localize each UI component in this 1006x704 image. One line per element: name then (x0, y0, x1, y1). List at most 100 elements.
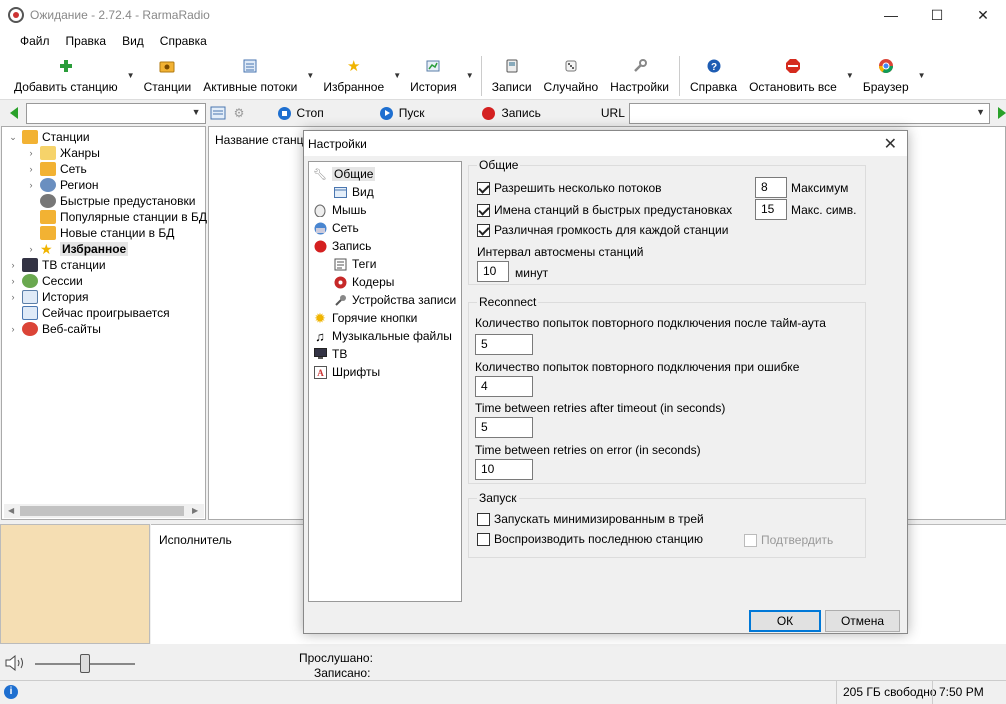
play-circle-icon (379, 106, 393, 120)
add-station-button[interactable]: Добавить станцию (8, 52, 124, 98)
back-arrow-icon[interactable] (10, 107, 18, 119)
confirm-checkbox[interactable]: Подтвердить (744, 533, 833, 547)
menu-help[interactable]: Справка (152, 34, 215, 48)
scroll-thumb[interactable] (20, 506, 184, 516)
settings-nav-tree: 🔧︎ Общие Вид Мышь Сеть Запись Теги Кодеры… (308, 161, 462, 602)
max-streams-field[interactable]: 8 (755, 177, 787, 198)
recordings-button[interactable]: Записи (486, 52, 538, 98)
stations-button[interactable]: Станции (138, 52, 198, 98)
allow-multiple-streams-checkbox[interactable]: Разрешить несколько потоков (477, 181, 662, 195)
tv-icon (313, 347, 327, 361)
tree-item-tv[interactable]: › ТВ станции (8, 257, 106, 273)
url-input[interactable]: ▼ (628, 102, 990, 124)
cancel-button[interactable]: Отмена (825, 610, 900, 632)
title-bar: Ожидание - 2.72.4 - RarmaRadio — ☐ ✕ (0, 0, 1006, 30)
nav-tags[interactable]: Теги (333, 256, 376, 272)
interval-field[interactable]: 10 (477, 261, 509, 282)
browser-dropdown[interactable]: ▼ (915, 52, 929, 98)
maximize-button[interactable]: ☐ (914, 0, 960, 30)
forward-arrow-icon[interactable] (998, 107, 1006, 119)
minimize-button[interactable]: — (868, 0, 914, 30)
nav-tv[interactable]: ТВ (313, 346, 347, 362)
folder-radio-icon (22, 130, 38, 144)
speaker-icon[interactable] (5, 655, 27, 671)
ok-button[interactable]: ОК (749, 610, 821, 632)
tree-item-now-playing[interactable]: Сейчас проигрывается (8, 305, 170, 321)
nav-fonts[interactable]: A Шрифты (313, 364, 380, 380)
favorites-dropdown[interactable]: ▼ (390, 52, 404, 98)
record-icon (482, 106, 496, 120)
browser-button[interactable]: Браузер (857, 52, 915, 98)
menu-file[interactable]: Файл (12, 34, 58, 48)
tree-item-stations[interactable]: ⌄ Станции (8, 129, 90, 145)
nav-hotkeys[interactable]: ✹ Горячие кнопки (313, 310, 417, 326)
volume-slider-thumb[interactable] (80, 654, 90, 673)
stop-button[interactable]: Стоп (277, 106, 324, 120)
help-button[interactable]: ? Справка (684, 52, 743, 98)
tree-item-region[interactable]: › Регион (26, 177, 99, 193)
station-combo[interactable]: ▼ (26, 102, 206, 124)
settings-button[interactable]: Настройки (604, 52, 675, 98)
toolbar: Добавить станцию ▼ Станции Активные пото… (0, 52, 1006, 100)
tree-item-new[interactable]: Новые станции в БД (26, 225, 174, 241)
tree-item-network[interactable]: › Сеть (26, 161, 87, 177)
active-streams-dropdown[interactable]: ▼ (303, 52, 317, 98)
history-button[interactable]: История (404, 52, 463, 98)
random-button[interactable]: Случайно (538, 52, 605, 98)
retries-error-field[interactable]: 4 (475, 376, 533, 397)
window-title: Ожидание - 2.72.4 - RarmaRadio (30, 8, 210, 22)
nav-view[interactable]: Вид (333, 184, 374, 200)
window-icon (333, 185, 347, 199)
chevron-down-icon: ▼ (191, 106, 201, 117)
history-dropdown[interactable]: ▼ (463, 52, 477, 98)
scroll-left-icon[interactable]: ◀ (8, 506, 14, 515)
active-streams-button[interactable]: Активные потоки (197, 52, 303, 98)
record-button[interactable]: Запись (482, 106, 541, 120)
add-station-dropdown[interactable]: ▼ (124, 52, 138, 98)
list-view-icon[interactable] (210, 106, 226, 120)
microphone-icon (333, 293, 347, 307)
gear-icon[interactable]: ⚙ (234, 106, 250, 120)
nav-general[interactable]: 🔧︎ Общие (313, 166, 376, 182)
volume-per-station-checkbox[interactable]: Различная громкость для каждой станции (477, 223, 728, 237)
tree-item-favorites[interactable]: › ★ Избранное (26, 241, 129, 257)
nav-mouse[interactable]: Мышь (313, 202, 367, 218)
max-streams-label: Максимум (791, 181, 849, 195)
max-chars-field[interactable]: 15 (755, 199, 787, 220)
nav-recording-devices[interactable]: Устройства записи (333, 292, 456, 308)
station-names-presets-checkbox[interactable]: Имена станций в быстрых предустановках (477, 203, 732, 217)
dialog-close-button[interactable]: ✕ (884, 134, 897, 154)
status-bar: i 205 ГБ свободно 7:50 PM (0, 680, 1006, 704)
nav-music-files[interactable]: ♫ Музыкальные файлы (313, 328, 452, 344)
tree-item-websites[interactable]: › Веб-сайты (8, 321, 101, 337)
tree-item-genres[interactable]: › Жанры (26, 145, 100, 161)
tag-icon (333, 257, 347, 271)
column-header-station-name[interactable]: Название станци (215, 133, 310, 147)
stop-all-dropdown[interactable]: ▼ (843, 52, 857, 98)
nav-recording[interactable]: Запись (313, 238, 371, 254)
nav-encoders[interactable]: Кодеры (333, 274, 394, 290)
play-last-station-checkbox[interactable]: Воспроизводить последнюю станцию (477, 532, 703, 546)
tree-item-sessions[interactable]: › Сессии (8, 273, 83, 289)
stop-all-button[interactable]: Остановить все (743, 52, 843, 98)
tree-item-history[interactable]: › История (8, 289, 89, 305)
start-minimized-checkbox[interactable]: Запускать минимизированным в трей (477, 512, 704, 526)
app-radio-icon (8, 7, 24, 23)
volume-row: Прослушано: Записано: (0, 646, 1006, 680)
menu-view[interactable]: Вид (114, 34, 152, 48)
tree-item-presets[interactable]: Быстрые предустановки (26, 193, 195, 209)
retries-timeout-field[interactable]: 5 (475, 334, 533, 355)
menu-edit[interactable]: Правка (58, 34, 115, 48)
tree-item-popular[interactable]: Популярные станции в БД (26, 209, 207, 225)
wrench-icon: 🔧︎ (313, 168, 327, 181)
nav-network[interactable]: Сеть (313, 220, 359, 236)
tree-horizontal-scrollbar[interactable]: ◀ ▶ (4, 504, 204, 518)
svg-text:?: ? (710, 62, 716, 73)
favorites-button[interactable]: ★ Избранное (317, 52, 390, 98)
play-button[interactable]: Пуск (379, 106, 424, 120)
scroll-right-icon[interactable]: ▶ (192, 506, 198, 515)
folder-radio-icon (159, 58, 175, 74)
time-timeout-field[interactable]: 5 (475, 417, 533, 438)
time-error-field[interactable]: 10 (475, 459, 533, 480)
close-button[interactable]: ✕ (960, 0, 1006, 30)
